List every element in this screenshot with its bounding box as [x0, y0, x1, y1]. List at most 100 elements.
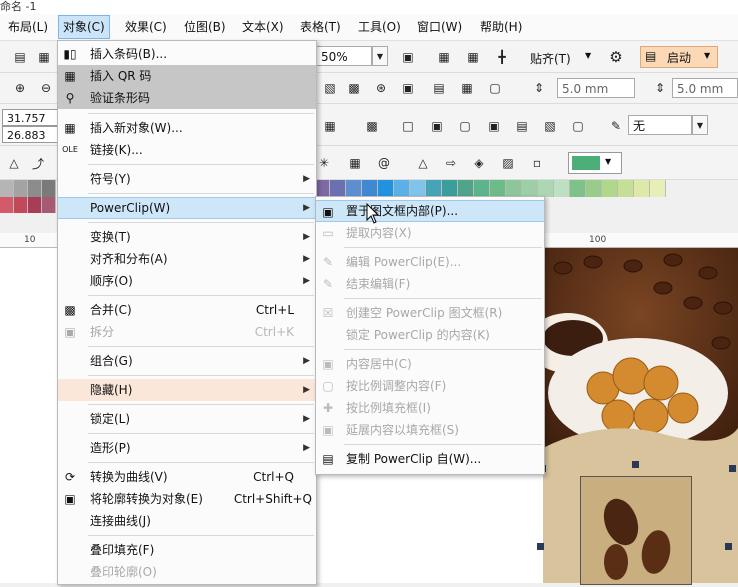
swatch-sky[interactable]	[394, 180, 410, 197]
menu-item-break-apart[interactable]: ▣ 拆分 Ctrl+K	[58, 321, 316, 343]
flowchart-shapes-icon[interactable]: ◈	[467, 151, 491, 175]
transform-icon[interactable]: ▤	[427, 76, 451, 100]
swatch-green[interactable]	[506, 180, 522, 197]
group-icon[interactable]: ▦	[318, 114, 342, 138]
nudge-distance-input[interactable]: 5.0 mm	[557, 78, 635, 98]
swatch-indigo[interactable]	[330, 180, 346, 197]
swatch-teal[interactable]	[426, 180, 442, 197]
swatch-blue[interactable]	[346, 180, 362, 197]
menu-table[interactable]: 表格(T)	[296, 14, 345, 40]
intersect-icon[interactable]: ▢	[453, 114, 477, 138]
powerclip-frame[interactable]	[580, 476, 692, 585]
swatch-green[interactable]	[458, 180, 474, 197]
zoom-select[interactable]: 50%	[316, 46, 372, 66]
submenu-item-stretch-content[interactable]: ▣ 延展内容以填充框(S)	[316, 419, 544, 441]
submenu-item-copy-powerclip-from[interactable]: ▤ 复制 PowerClip 自(W)...	[316, 448, 544, 470]
menu-item-link[interactable]: OLE 链接(K)...	[58, 139, 316, 161]
swatch-grey[interactable]	[0, 180, 14, 197]
swatch-green[interactable]	[474, 180, 490, 197]
dynamic-guides-icon[interactable]: ▦	[455, 76, 479, 100]
graph-paper-icon[interactable]: ▦	[343, 151, 367, 175]
menu-bitmap[interactable]: 位图(B)	[180, 14, 230, 40]
swatch-sky[interactable]	[410, 180, 426, 197]
align-center-icon[interactable]: ▩	[342, 76, 366, 100]
swatch-crimson[interactable]	[28, 197, 42, 213]
submenu-item-edit-powerclip[interactable]: ✎ 编辑 PowerClip(E)...	[316, 251, 544, 273]
swatch-mauve[interactable]	[42, 197, 56, 213]
menu-item-lock[interactable]: 锁定(L) ▶	[58, 408, 316, 430]
swatch-azure[interactable]	[378, 180, 394, 197]
swatch-yellowgreen[interactable]	[634, 180, 650, 197]
submenu-item-fit-content[interactable]: ▢ 按比例调整内容(F)	[316, 375, 544, 397]
snap-dropdown-icon[interactable]: ▼	[585, 51, 591, 60]
swatch-grey[interactable]	[14, 180, 28, 197]
snap-object-icon[interactable]: ⊛	[369, 76, 393, 100]
swatch-lime[interactable]	[586, 180, 602, 197]
menu-item-order[interactable]: 顺序(O) ▶	[58, 270, 316, 292]
swatch-grey[interactable]	[28, 180, 42, 197]
swatch-grey[interactable]	[42, 180, 56, 197]
snap-to-label[interactable]: 贴齐(T)	[530, 50, 571, 67]
menu-item-insert-new-object[interactable]: ▦ 插入新对象(W)...	[58, 117, 316, 139]
selection-handle[interactable]	[632, 461, 639, 468]
callout-shapes-icon[interactable]: ▫	[525, 151, 549, 175]
launch-button[interactable]: ▤ 启动 ▼	[640, 46, 718, 68]
menu-item-convert-to-curves[interactable]: ⟳ 转换为曲线(V) Ctrl+Q	[58, 466, 316, 488]
y-position-field[interactable]: 26.883 mm	[2, 126, 58, 159]
swatch-mint[interactable]	[538, 180, 554, 197]
menu-item-hide[interactable]: 隐藏(H) ▶	[58, 379, 316, 401]
swatch-green[interactable]	[490, 180, 506, 197]
options-gear-icon[interactable]: ⚙	[604, 45, 628, 69]
menu-item-overprint-outline[interactable]: 叠印轮廓(O)	[58, 561, 316, 583]
menu-item-verify-barcode[interactable]: ⚲ 验证条形码	[58, 87, 316, 109]
submenu-item-extract-contents[interactable]: ▭ 提取内容(X)	[316, 222, 544, 244]
coffee-photo[interactable]	[543, 248, 738, 470]
new-doc-icon[interactable]: ▤	[8, 45, 32, 69]
back-minus-front-icon[interactable]: ▧	[538, 114, 562, 138]
swatch-lime[interactable]	[602, 180, 618, 197]
selection-handle[interactable]	[725, 543, 732, 550]
front-minus-back-icon[interactable]: ▤	[510, 114, 534, 138]
weld-icon[interactable]: □	[396, 114, 420, 138]
submenu-item-finish-editing[interactable]: ✎ 结束编辑(F)	[316, 273, 544, 295]
swatch-blue[interactable]	[362, 180, 378, 197]
basic-shapes-icon[interactable]: △	[411, 151, 435, 175]
banner-shapes-icon[interactable]: ▨	[496, 151, 520, 175]
ungroup-icon[interactable]: ▩	[360, 114, 384, 138]
submenu-item-fill-frame[interactable]: ✚ 按比例填充框(I)	[316, 397, 544, 419]
menu-item-join-curves[interactable]: 连接曲线(J)	[58, 510, 316, 532]
align-left-icon[interactable]: ▧	[318, 76, 342, 100]
simplify-icon[interactable]: ▣	[482, 114, 506, 138]
zoom-dropdown-chevron-icon[interactable]: ▼	[372, 46, 388, 66]
selection-handle[interactable]	[537, 543, 544, 550]
outline-width-select[interactable]: 无	[628, 115, 692, 135]
menu-window[interactable]: 窗口(W)	[413, 14, 466, 40]
menu-item-insert-barcode[interactable]: ▮▯ 插入条码(B)...	[58, 43, 316, 65]
zoom-in-icon[interactable]: ⊕	[8, 76, 32, 100]
duplicate-distance-input[interactable]: 5.0 mm	[672, 78, 738, 98]
swatch-mint[interactable]	[522, 180, 538, 197]
x-position-field[interactable]: 31.757 mm	[2, 109, 58, 142]
menu-tools[interactable]: 工具(O)	[354, 14, 405, 40]
snap-node-icon[interactable]: ▣	[396, 76, 420, 100]
submenu-item-create-empty-frame[interactable]: ☒ 创建空 PowerClip 图文框(R)	[316, 302, 544, 324]
rulers-icon[interactable]: ▦	[432, 45, 456, 69]
submenu-item-center-content[interactable]: ▣ 内容居中(C)	[316, 353, 544, 375]
grid-icon[interactable]: ▦	[461, 45, 485, 69]
swatch-green[interactable]	[570, 180, 586, 197]
menu-item-overprint-fill[interactable]: 叠印填充(F)	[58, 539, 316, 561]
menu-text[interactable]: 文本(X)	[238, 14, 288, 40]
swatch-red[interactable]	[0, 197, 14, 213]
menu-item-outline-to-object[interactable]: ▣ 将轮廓转换为对象(E) Ctrl+Shift+Q	[58, 488, 316, 510]
open-icon[interactable]: ▦	[32, 45, 56, 69]
full-screen-icon[interactable]: ▣	[396, 45, 420, 69]
menu-item-align-distribute[interactable]: 对齐和分布(A) ▶	[58, 248, 316, 270]
swatch-red[interactable]	[14, 197, 28, 213]
trim-icon[interactable]: ▣	[425, 114, 449, 138]
guidelines-icon[interactable]: ╋	[490, 45, 514, 69]
selection-handle[interactable]	[729, 465, 736, 472]
menu-item-combine[interactable]: ▩ 合并(C) Ctrl+L	[58, 299, 316, 321]
menu-item-powerclip[interactable]: PowerClip(W) ▶	[58, 197, 316, 219]
submenu-item-lock-contents[interactable]: 锁定 PowerClip 的内容(K)	[316, 324, 544, 346]
zoom-out-icon[interactable]: ⊖	[34, 76, 58, 100]
